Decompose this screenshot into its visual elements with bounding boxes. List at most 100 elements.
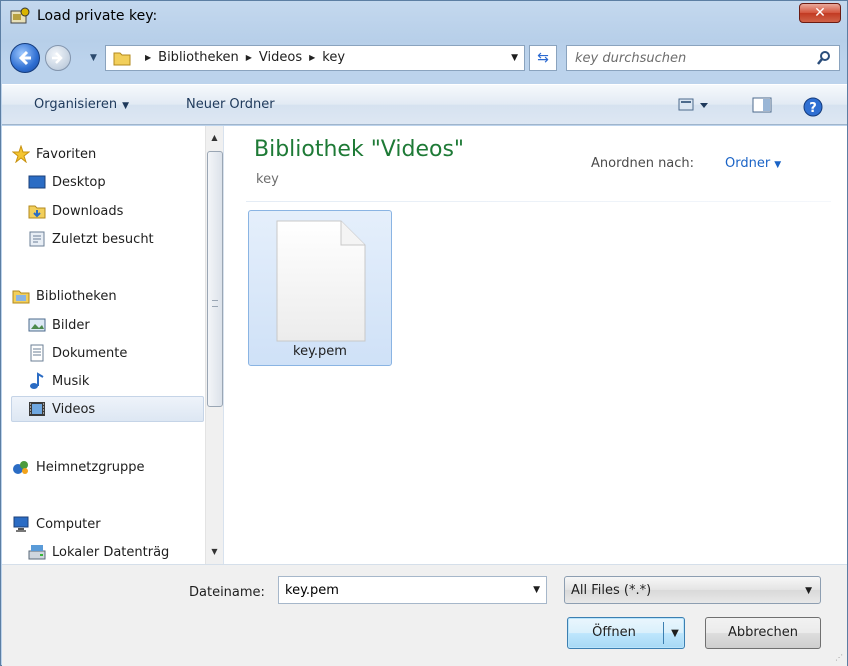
preview-pane-icon[interactable]: [752, 97, 772, 117]
sidebar-item-label: Bibliotheken: [36, 288, 117, 304]
arrange-by-dropdown[interactable]: Ordner ▼: [725, 156, 781, 171]
sidebar-item-label: Lokaler Datenträg: [52, 544, 170, 560]
file-list-pane: Bibliothek "Videos" key Anordnen nach: O…: [226, 126, 847, 564]
chevron-down-icon[interactable]: ▼: [666, 619, 684, 649]
navigation-bar: ▼ ▶ Bibliotheken ▶ Videos ▶ key ▼ ⇆: [1, 39, 847, 75]
scroll-down-icon[interactable]: ▼: [206, 543, 223, 561]
sidebar-item-music[interactable]: Musik: [28, 368, 228, 394]
chevron-down-icon[interactable]: ▼: [511, 53, 518, 63]
chevron-down-icon: ▼: [122, 101, 130, 111]
svg-text:?: ?: [809, 101, 817, 116]
file-item[interactable]: key.pem: [248, 210, 392, 366]
divider: [246, 201, 831, 202]
address-bar[interactable]: ▶ Bibliotheken ▶ Videos ▶ key ▼: [105, 45, 525, 71]
chevron-down-icon: ▼: [774, 160, 782, 170]
help-icon[interactable]: ?: [803, 97, 823, 121]
sidebar-item-downloads[interactable]: Downloads: [28, 198, 228, 224]
organize-menu-button[interactable]: Organisieren ▼: [34, 97, 129, 112]
search-icon[interactable]: [816, 50, 832, 66]
grip-icon: [212, 300, 218, 307]
dialog-body: Favoriten Desktop Downloads Zuletzt besu…: [2, 126, 847, 564]
dialog-footer: Dateiname: ▼ All Files (*.*) ▼ Öffnen ▼ …: [2, 564, 847, 666]
forward-button[interactable]: [45, 45, 71, 71]
sidebar-item-label: Downloads: [52, 203, 124, 219]
view-mode-icon[interactable]: [678, 97, 714, 117]
sidebar-item-videos[interactable]: Videos: [11, 396, 204, 422]
navigation-pane: Favoriten Desktop Downloads Zuletzt besu…: [2, 126, 224, 564]
sidebar-item-pictures[interactable]: Bilder: [28, 312, 228, 338]
sidebar-item-recent[interactable]: Zuletzt besucht: [28, 226, 228, 252]
sidebar-item-desktop[interactable]: Desktop: [28, 169, 228, 195]
document-icon: [275, 219, 367, 347]
scroll-up-icon[interactable]: ▲: [206, 129, 223, 147]
folder-icon: [113, 50, 131, 66]
command-bar: Organisieren ▼ Neuer Ordner ?: [2, 84, 847, 125]
chevron-down-icon[interactable]: ▼: [533, 585, 540, 595]
history-dropdown-icon[interactable]: ▼: [90, 53, 97, 63]
window-title: Load private key:: [37, 8, 158, 24]
file-open-dialog: Load private key: ✕ ▼ ▶ Bibliotheken ▶ V…: [0, 0, 848, 666]
scrollbar-thumb[interactable]: [207, 151, 223, 407]
chevron-right-icon[interactable]: ▶: [246, 53, 252, 62]
title-bar: Load private key: ✕: [1, 1, 847, 31]
sidebar-item-label: Favoriten: [36, 146, 97, 162]
filename-label: Dateiname:: [189, 585, 265, 600]
sidebar-item-label: Computer: [36, 516, 101, 532]
resize-grip-icon[interactable]: ⋰: [835, 653, 843, 662]
library-subtitle: key: [256, 172, 279, 187]
documents-icon: [28, 344, 46, 362]
arrow-right-icon: [52, 52, 63, 64]
filename-combobox[interactable]: ▼: [278, 576, 547, 604]
libraries-icon: [12, 287, 30, 305]
chevron-down-icon: ▼: [805, 586, 812, 596]
breadcrumb-item[interactable]: key: [322, 50, 345, 65]
music-icon: [28, 372, 46, 390]
divider: [663, 622, 664, 644]
sidebar-item-label: Bilder: [52, 317, 90, 333]
sidebar-item-label: Zuletzt besucht: [52, 231, 154, 247]
sidebar-item-label: Desktop: [52, 174, 106, 190]
breadcrumb: ▶ Bibliotheken ▶ Videos ▶ key: [138, 50, 345, 65]
back-button[interactable]: [10, 43, 40, 73]
sidebar-item-documents[interactable]: Dokumente: [28, 340, 228, 366]
open-button[interactable]: Öffnen ▼: [567, 617, 685, 649]
local-disk-icon: [28, 543, 46, 561]
organize-label: Organisieren: [34, 97, 118, 112]
chevron-right-icon[interactable]: ▶: [145, 53, 151, 62]
sidebar-item-libraries[interactable]: Bibliotheken: [12, 283, 212, 309]
sidebar-item-computer[interactable]: Computer: [12, 511, 212, 537]
file-type-value: All Files (*.*): [571, 583, 652, 598]
cancel-button[interactable]: Abbrechen: [705, 617, 821, 649]
sidebar-scrollbar[interactable]: ▲ ▼: [205, 126, 223, 564]
new-folder-button[interactable]: Neuer Ordner: [186, 97, 275, 112]
breadcrumb-item[interactable]: Videos: [259, 50, 302, 65]
sidebar-item-local-disk[interactable]: Lokaler Datenträg: [28, 539, 228, 565]
library-title: Bibliothek "Videos": [254, 137, 465, 162]
chevron-right-icon[interactable]: ▶: [309, 53, 315, 62]
close-button[interactable]: ✕: [799, 3, 841, 23]
search-input[interactable]: [575, 49, 805, 67]
sidebar-item-favorites[interactable]: Favoriten: [11, 141, 212, 167]
sidebar-item-label: Musik: [52, 373, 90, 389]
arrange-by-value: Ordner: [725, 156, 771, 171]
arrange-by-label: Anordnen nach:: [591, 156, 695, 171]
videos-icon: [28, 400, 46, 418]
homegroup-icon: [12, 458, 30, 476]
recent-places-icon: [28, 230, 46, 248]
file-name: key.pem: [293, 344, 347, 359]
file-type-select[interactable]: All Files (*.*) ▼: [564, 576, 821, 604]
breadcrumb-item[interactable]: Bibliotheken: [158, 50, 239, 65]
computer-icon: [12, 515, 30, 533]
sidebar-item-homegroup[interactable]: Heimnetzgruppe: [12, 454, 212, 480]
key-app-icon: [10, 7, 30, 25]
arrow-left-icon: [18, 50, 31, 66]
search-box[interactable]: [566, 45, 840, 71]
open-button-label: Öffnen: [592, 625, 636, 640]
refresh-button[interactable]: ⇆: [529, 45, 557, 71]
downloads-folder-icon: [28, 202, 46, 220]
sidebar-item-label: Videos: [52, 401, 96, 417]
filename-input[interactable]: [285, 581, 515, 599]
desktop-icon: [28, 173, 46, 191]
sidebar-item-label: Dokumente: [52, 345, 128, 361]
star-icon: [11, 144, 31, 164]
